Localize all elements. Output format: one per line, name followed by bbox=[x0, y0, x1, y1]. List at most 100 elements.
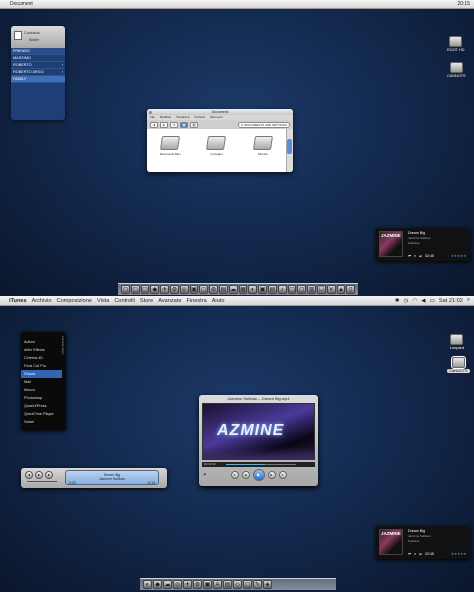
dock-app-icon[interactable]: A bbox=[213, 580, 222, 589]
dock-app-icon[interactable]: ▢ bbox=[121, 285, 130, 294]
dock-app-icon[interactable]: ▢ bbox=[297, 285, 307, 294]
menu-strumenti[interactable]: Strumenti bbox=[210, 115, 223, 120]
dock-app-icon[interactable]: ♪ bbox=[277, 285, 287, 294]
back-button[interactable]: ◂ bbox=[150, 121, 158, 128]
dock-app-icon[interactable]: ◐ bbox=[248, 285, 258, 294]
previous-button[interactable]: ◂ bbox=[241, 471, 250, 479]
next-button[interactable]: ▸ bbox=[267, 471, 276, 479]
fast-forward-button[interactable]: » bbox=[278, 471, 287, 479]
launcher-item[interactable]: Mocco bbox=[21, 386, 62, 394]
rating-stars[interactable]: ★★★★★ bbox=[451, 254, 467, 258]
dock-app-icon[interactable]: ⚙ bbox=[193, 580, 202, 589]
battery-icon[interactable]: ▭ bbox=[430, 298, 435, 304]
next-icon[interactable]: ⏭ bbox=[419, 254, 422, 258]
launcher-item[interactable]: Cinema 4D bbox=[21, 354, 62, 362]
launcher-item[interactable]: Safari bbox=[21, 418, 62, 426]
dock-app-icon[interactable]: ◎ bbox=[179, 285, 189, 294]
launcher-item[interactable]: QuarkXPress bbox=[21, 402, 62, 410]
menu-file[interactable]: File bbox=[150, 115, 155, 120]
play-button[interactable]: ▶ bbox=[252, 469, 265, 481]
dock-app-icon[interactable]: ◈ bbox=[263, 580, 272, 589]
pause-icon[interactable]: ⏸ bbox=[414, 254, 416, 258]
address-field[interactable]: C:\DOCUMENTS AND SETTINGS bbox=[238, 121, 290, 128]
scrollbar-thumb[interactable] bbox=[287, 139, 292, 154]
spotlight-icon[interactable]: ⌕ bbox=[467, 297, 470, 304]
time-machine-icon[interactable]: ◷ bbox=[404, 298, 409, 304]
desktop-icon-cannots[interactable]: CANNOTS bbox=[447, 356, 470, 373]
dock-app-icon[interactable]: ▢ bbox=[243, 580, 252, 589]
dock-app-icon[interactable]: ◐ bbox=[143, 580, 152, 589]
dock-app-icon[interactable]: ▥ bbox=[307, 285, 316, 294]
dock-app-icon[interactable]: ✎ bbox=[253, 580, 262, 589]
dock-app-icon[interactable]: ▤ bbox=[218, 285, 228, 294]
dock-app-icon[interactable]: ▯ bbox=[346, 285, 356, 294]
volume-slider[interactable] bbox=[27, 481, 57, 482]
next-icon[interactable]: ⏭ bbox=[419, 552, 422, 556]
dock-app-icon[interactable]: ▢ bbox=[140, 285, 150, 294]
bluetooth-icon[interactable]: ✱ bbox=[395, 298, 400, 304]
rewind-button[interactable]: « bbox=[230, 471, 239, 479]
menu-itunes[interactable]: iTunes bbox=[9, 298, 27, 304]
play-pause-button[interactable]: ▸ bbox=[35, 471, 43, 479]
previous-button[interactable]: ◂ bbox=[25, 471, 33, 479]
desktop-icon-cannots[interactable]: CANNOTS bbox=[447, 62, 466, 78]
dock-app-icon[interactable]: ◇ bbox=[233, 580, 242, 589]
contact-group-friends[interactable]: FRIENDS bbox=[11, 48, 65, 55]
dock-app-icon[interactable]: ✈ bbox=[183, 580, 192, 589]
dock-app-icon[interactable]: ☁ bbox=[163, 580, 172, 589]
desktop-icon-leopard[interactable]: Leopard bbox=[450, 334, 464, 350]
menu-app-name[interactable]: Document bbox=[10, 1, 33, 7]
window-titlebar[interactable]: Documenti bbox=[147, 109, 293, 115]
dock-app-icon[interactable]: ✈ bbox=[160, 285, 169, 294]
launcher-item[interactable]: Final Cut Pro bbox=[21, 362, 62, 370]
contact-group-family[interactable]: FAMILY bbox=[11, 76, 65, 83]
launcher-item[interactable]: Photoshop bbox=[21, 394, 62, 402]
rating-stars[interactable]: ★★★★★ bbox=[451, 552, 467, 556]
menu-archivio[interactable]: Archivio bbox=[32, 298, 52, 304]
file-item[interactable]: Immagini bbox=[199, 136, 233, 172]
contact-row[interactable]: MASSIMO bbox=[11, 55, 65, 62]
dock-app-icon[interactable]: ▤ bbox=[223, 580, 232, 589]
previous-icon[interactable]: ⏮ bbox=[408, 254, 411, 258]
dock-app-icon[interactable]: ▣ bbox=[258, 285, 267, 294]
contact-row[interactable]: ROBERTO ARGO › bbox=[11, 69, 65, 76]
launcher-item[interactable]: iTunes bbox=[21, 370, 62, 378]
dock-app-icon[interactable]: ✕ bbox=[326, 285, 336, 294]
menu-avanzate[interactable]: Avanzate bbox=[158, 298, 181, 304]
close-icon[interactable] bbox=[149, 110, 152, 114]
menu-controlli[interactable]: Controlli bbox=[114, 298, 135, 304]
menu-modifica[interactable]: Modifica bbox=[160, 115, 171, 120]
menu-store[interactable]: Store bbox=[140, 298, 153, 304]
dock-app-icon[interactable]: ⚙ bbox=[169, 285, 179, 294]
pause-icon[interactable]: ⏸ bbox=[414, 552, 416, 556]
wifi-icon[interactable]: ◠ bbox=[412, 298, 417, 304]
dock-app-icon[interactable]: ☁ bbox=[228, 285, 238, 294]
dock-app-icon[interactable]: ▤ bbox=[267, 285, 277, 294]
menu-visualizza[interactable]: Visualizza bbox=[176, 115, 189, 120]
menubar-clock[interactable]: Sat 21:02 bbox=[439, 298, 463, 304]
avatar[interactable] bbox=[14, 31, 22, 40]
volume-icon[interactable]: ◀ bbox=[421, 298, 425, 304]
dock-app-icon[interactable]: ▣ bbox=[203, 580, 212, 589]
menu-finestra[interactable]: Finestra bbox=[186, 298, 206, 304]
file-item[interactable]: Documenti Miei bbox=[153, 136, 187, 172]
dock-app-icon[interactable]: ⚙ bbox=[209, 285, 218, 294]
video-screen[interactable]: AZMINE bbox=[202, 403, 315, 460]
dock-app-icon[interactable]: ▢ bbox=[130, 285, 140, 294]
dock-app-icon[interactable]: ▲ bbox=[336, 285, 346, 294]
forward-button[interactable]: ▸ bbox=[160, 121, 168, 128]
dock-app-icon[interactable]: ◆ bbox=[153, 580, 162, 589]
view-icons-button[interactable]: ▦ bbox=[180, 121, 188, 128]
menu-preferiti[interactable]: Preferiti bbox=[194, 115, 204, 120]
contact-row[interactable]: ROBERTO › bbox=[11, 62, 65, 69]
dock-app-icon[interactable]: ▣ bbox=[189, 285, 199, 294]
menubar-clock[interactable]: 20:15 bbox=[457, 1, 470, 7]
previous-icon[interactable]: ⏮ bbox=[408, 552, 411, 556]
menu-vista[interactable]: Vista bbox=[97, 298, 109, 304]
launcher-item[interactable]: Mail bbox=[21, 378, 62, 386]
dock-app-icon[interactable]: ▢ bbox=[199, 285, 209, 294]
dock-app-icon[interactable]: ☐ bbox=[316, 285, 326, 294]
menu-aiuto[interactable]: Aiuto bbox=[212, 298, 225, 304]
desktop-icon-root-hd[interactable]: ROOT HD bbox=[447, 36, 464, 52]
video-progress-bar[interactable]: 00:03:12 bbox=[202, 462, 315, 467]
